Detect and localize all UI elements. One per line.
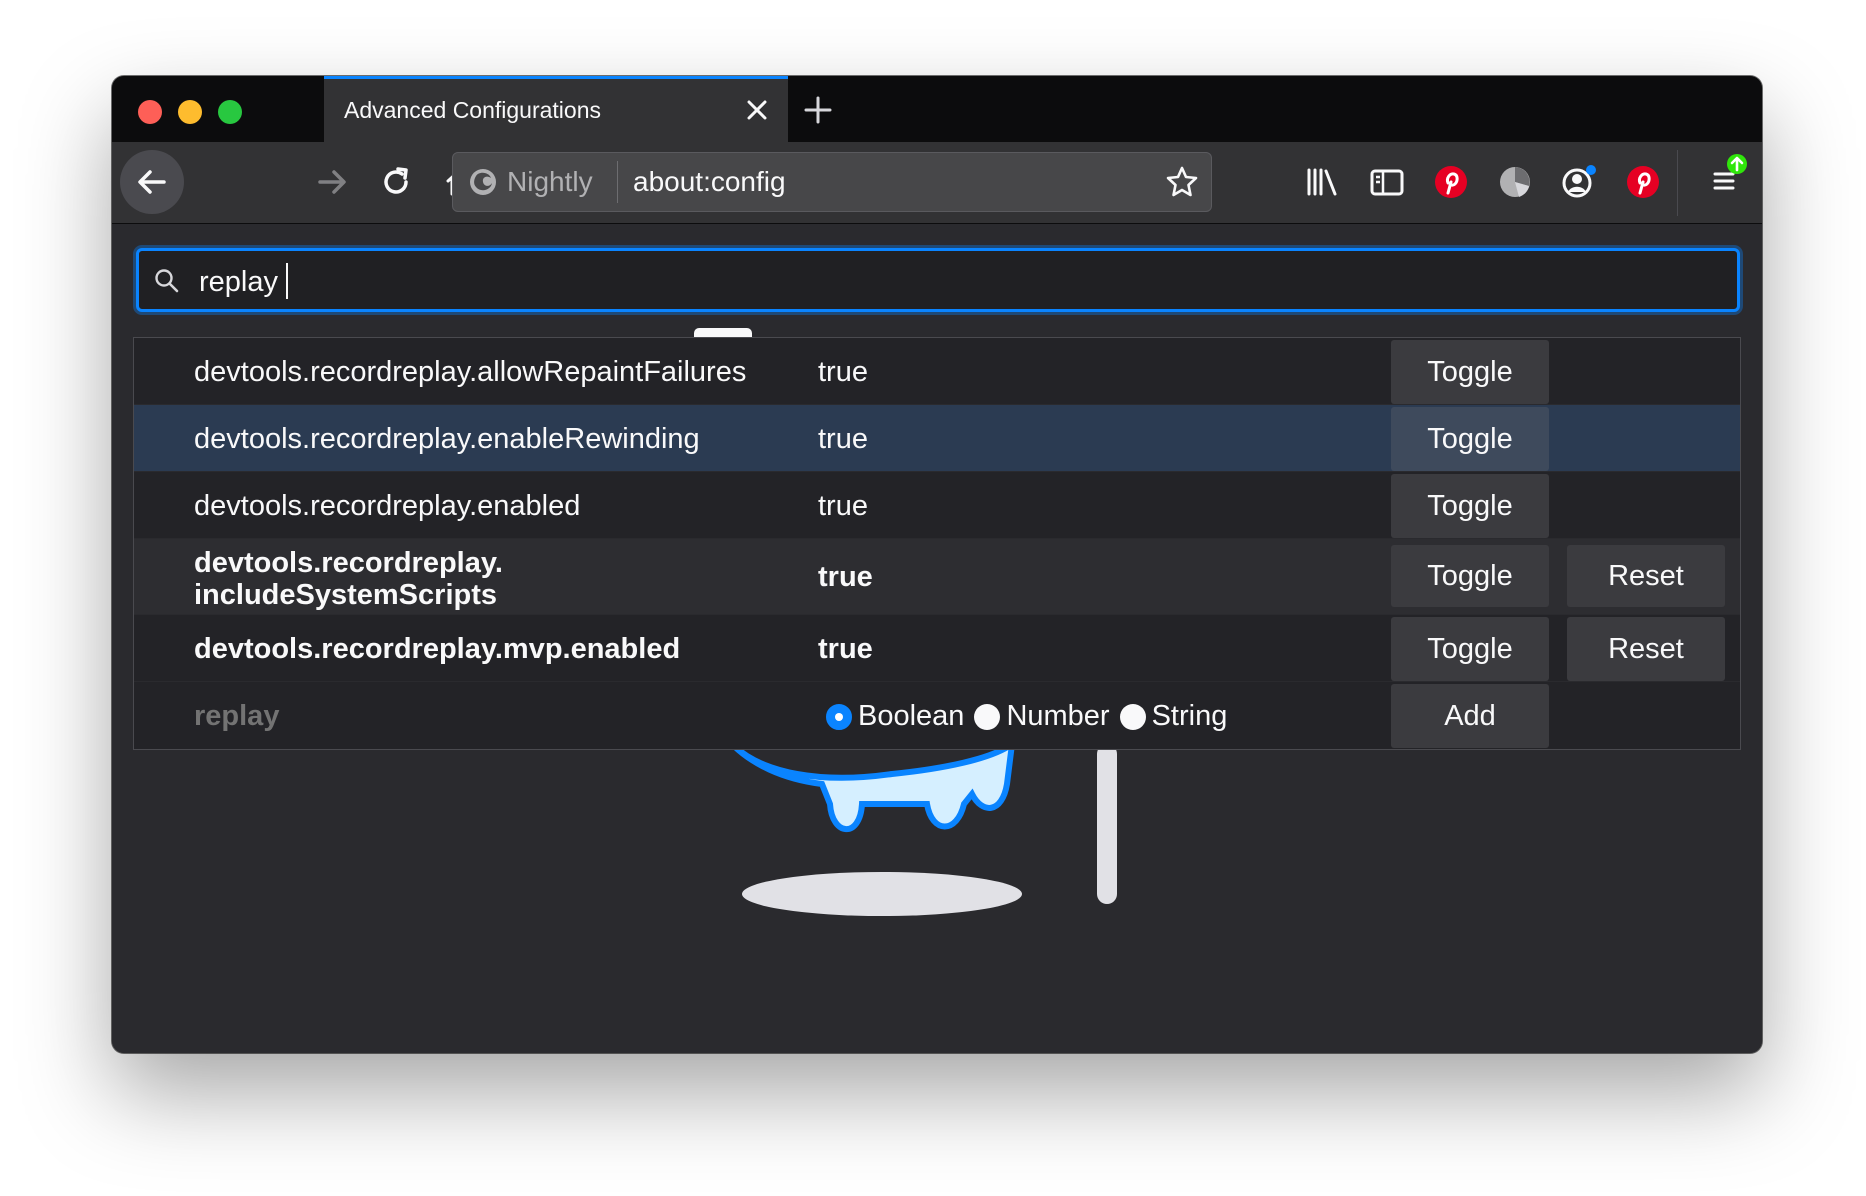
identity-box[interactable]: Nightly bbox=[467, 161, 593, 203]
pref-value: true bbox=[818, 423, 868, 456]
close-window-button[interactable] bbox=[138, 100, 162, 124]
toolbar-separator bbox=[1677, 150, 1678, 216]
pref-value: true bbox=[818, 633, 873, 666]
forward-button[interactable] bbox=[304, 154, 360, 210]
extension-pie-icon[interactable] bbox=[1493, 160, 1537, 204]
tab-title: Advanced Configurations bbox=[344, 97, 601, 124]
identity-label: Nightly bbox=[507, 166, 593, 198]
add-button[interactable]: Add bbox=[1391, 684, 1549, 748]
browser-window: Advanced Configurations Nightly bbox=[112, 76, 1762, 1053]
radio-button-checked[interactable] bbox=[826, 704, 852, 730]
type-radio-group: Boolean Number String bbox=[826, 700, 1227, 733]
pref-value: true bbox=[818, 561, 873, 594]
pref-name: devtools.recordreplay.enabled bbox=[194, 490, 580, 523]
radio-boolean[interactable]: Boolean bbox=[826, 700, 964, 733]
pref-row[interactable]: devtools.recordreplay.enableRewinding tr… bbox=[134, 405, 1740, 472]
reset-button[interactable]: Reset bbox=[1567, 617, 1725, 681]
pref-name: devtools.recordreplay.mvp.enabled bbox=[194, 633, 680, 666]
search-box[interactable] bbox=[136, 248, 1740, 312]
radio-label: Boolean bbox=[858, 700, 964, 733]
back-button[interactable] bbox=[120, 150, 184, 214]
tab-advanced-configurations[interactable]: Advanced Configurations bbox=[324, 76, 788, 142]
pref-name: devtools.recordreplay.enableRewinding bbox=[194, 423, 700, 456]
pref-row-modified[interactable]: devtools.recordreplay. includeSystemScri… bbox=[134, 539, 1740, 615]
hamburger-menu-icon bbox=[1699, 150, 1755, 206]
toggle-button[interactable]: Toggle bbox=[1391, 545, 1549, 607]
nightly-logo-icon bbox=[467, 166, 499, 198]
preferences-table: devtools.recordreplay.allowRepaintFailur… bbox=[133, 337, 1741, 750]
pref-value: true bbox=[818, 356, 868, 389]
tab-strip: Advanced Configurations bbox=[112, 76, 1762, 142]
url-bar[interactable]: Nightly about:config bbox=[452, 152, 1212, 212]
account-icon[interactable] bbox=[1557, 160, 1601, 204]
search-icon bbox=[153, 267, 181, 295]
text-caret bbox=[286, 263, 288, 299]
arrow-left-icon bbox=[134, 164, 170, 200]
radio-string[interactable]: String bbox=[1120, 700, 1228, 733]
reload-icon bbox=[379, 165, 413, 199]
toggle-button[interactable]: Toggle bbox=[1391, 474, 1549, 538]
new-pref-name: replay bbox=[194, 700, 279, 733]
pref-name: devtools.recordreplay. includeSystemScri… bbox=[194, 547, 503, 611]
arrow-right-icon bbox=[314, 164, 350, 200]
sidebar-icon[interactable] bbox=[1365, 160, 1409, 204]
url-separator bbox=[617, 161, 618, 203]
library-icon[interactable] bbox=[1301, 160, 1345, 204]
pref-row[interactable]: devtools.recordreplay.enabled true Toggl… bbox=[134, 472, 1740, 539]
mascot-illustration bbox=[732, 744, 1232, 924]
pref-name-line2: includeSystemScripts bbox=[194, 579, 497, 611]
app-menu-button[interactable] bbox=[1699, 150, 1755, 206]
pinterest-icon[interactable] bbox=[1429, 160, 1473, 204]
pref-row[interactable]: devtools.recordreplay.allowRepaintFailur… bbox=[134, 338, 1740, 405]
radio-label: Number bbox=[1006, 700, 1109, 733]
toggle-button[interactable]: Toggle bbox=[1391, 340, 1549, 404]
radio-button[interactable] bbox=[974, 704, 1000, 730]
search-input[interactable] bbox=[197, 261, 1701, 303]
radio-button[interactable] bbox=[1120, 704, 1146, 730]
navigation-toolbar: Nightly about:config bbox=[112, 142, 1762, 224]
pref-name: devtools.recordreplay.allowRepaintFailur… bbox=[194, 356, 746, 389]
radio-label: String bbox=[1152, 700, 1228, 733]
toggle-button[interactable]: Toggle bbox=[1391, 617, 1549, 681]
reset-button[interactable]: Reset bbox=[1567, 545, 1725, 607]
close-icon[interactable] bbox=[742, 95, 772, 125]
reload-button[interactable] bbox=[368, 154, 424, 210]
url-text[interactable]: about:config bbox=[633, 166, 786, 198]
star-icon[interactable] bbox=[1163, 163, 1201, 201]
zoom-window-button[interactable] bbox=[218, 100, 242, 124]
new-pref-row: replay Boolean Number String Add bbox=[134, 682, 1740, 749]
minimize-window-button[interactable] bbox=[178, 100, 202, 124]
about-config-page: devtools.recordreplay.allowRepaintFailur… bbox=[112, 224, 1762, 1053]
pref-row-modified[interactable]: devtools.recordreplay.mvp.enabled true T… bbox=[134, 615, 1740, 682]
pref-value: true bbox=[818, 490, 868, 523]
pinterest-save-icon[interactable] bbox=[1621, 160, 1665, 204]
new-tab-button[interactable] bbox=[792, 88, 844, 132]
pref-name-line1: devtools.recordreplay. bbox=[194, 547, 503, 579]
toggle-button[interactable]: Toggle bbox=[1391, 407, 1549, 471]
radio-number[interactable]: Number bbox=[974, 700, 1109, 733]
